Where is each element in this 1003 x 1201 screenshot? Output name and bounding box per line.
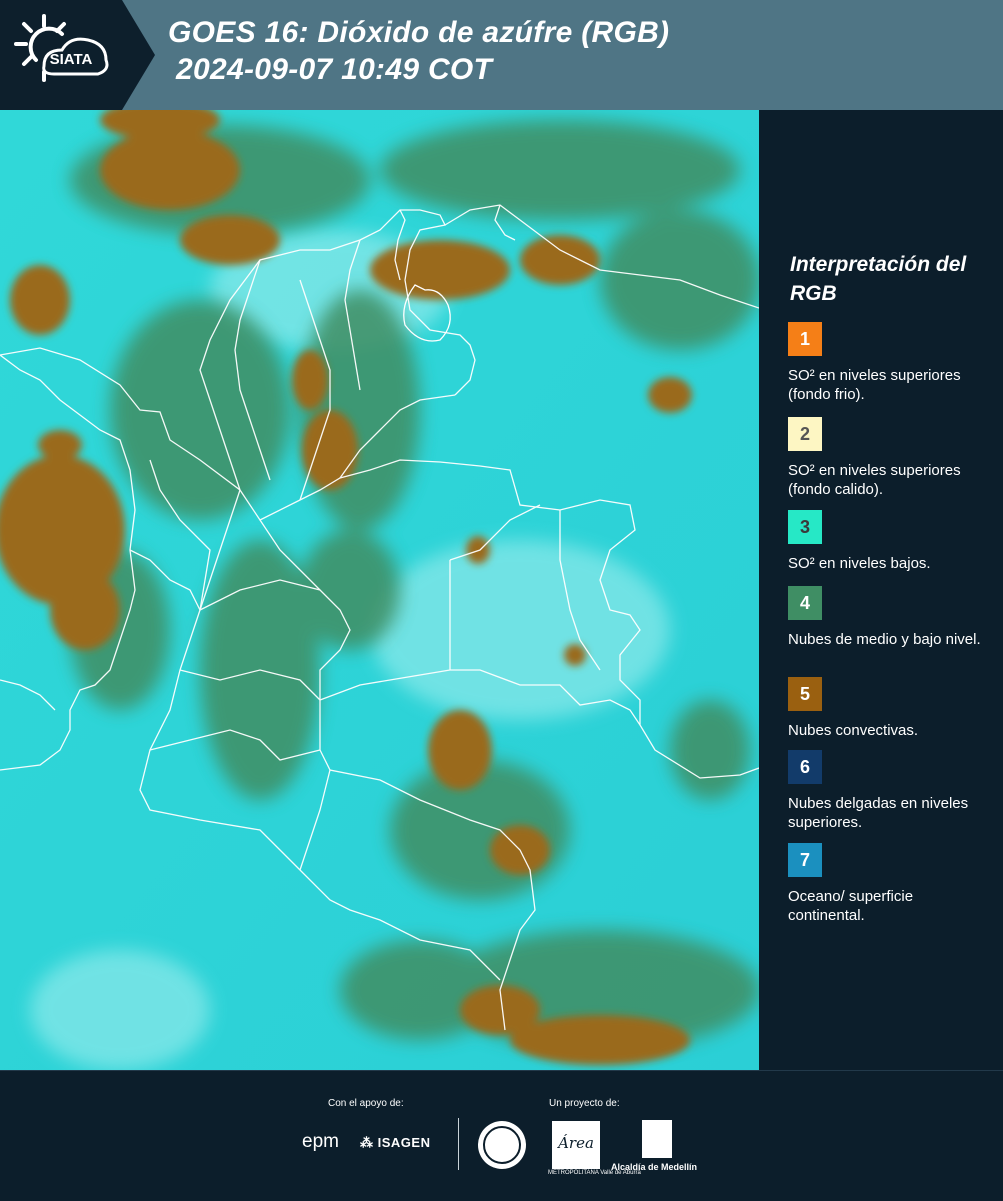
legend-swatch: 4: [788, 586, 822, 620]
legend-label: Nubes de medio y bajo nivel.: [788, 631, 981, 648]
legend-label: Oceano/ superficie continental.: [788, 888, 914, 924]
legend-item-2: 2 SO² en niveles superiores (fondo calid…: [788, 417, 993, 499]
legend-swatch: 3: [788, 510, 822, 544]
legend-swatch: 5: [788, 677, 822, 711]
legend-swatch: 7: [788, 843, 822, 877]
brand-text: SIATA: [50, 51, 93, 68]
alcaldia-caption: Alcaldía de Medellín: [611, 1162, 698, 1172]
alcaldia-crest-icon[interactable]: [642, 1120, 672, 1158]
legend-label: SO² en niveles bajos.: [788, 555, 931, 572]
legend-label: Nubes delgadas en niveles superiores.: [788, 795, 969, 831]
sun-cloud-icon: SIATA: [14, 14, 109, 82]
legend-label: Nubes convectivas.: [788, 722, 919, 739]
legend-swatch: 2: [788, 417, 822, 451]
footer: Con el apoyo de: Un proyecto de: epm ⁂ I…: [0, 1070, 1003, 1201]
support-label: Con el apoyo de:: [328, 1098, 404, 1109]
legend-item-1: 1 SO² en niveles superiores (fondo frio)…: [788, 322, 993, 404]
isagen-text: ISAGEN: [377, 1135, 431, 1150]
legend-item-7: 7 Oceano/ superficie continental.: [788, 843, 993, 925]
legend-item-3: 3 SO² en niveles bajos.: [788, 510, 993, 573]
area-metropolitana-logo[interactable]: Área: [552, 1121, 600, 1169]
header-bar: SIATA GOES 16: Dióxido de azúfre (RGB) 2…: [0, 0, 1003, 110]
title-line-1: GOES 16: Dióxido de azúfre (RGB): [168, 16, 670, 49]
legend-label: SO² en niveles superiores (fondo frio).: [788, 367, 961, 403]
legend-panel: Interpretación del RGB 1 SO² en niveles …: [762, 110, 1003, 1070]
page-title: GOES 16: Dióxido de azúfre (RGB) 2024-09…: [168, 14, 669, 88]
legend-item-4: 4 Nubes de medio y bajo nivel.: [788, 586, 993, 649]
medellin-seal-logo[interactable]: [478, 1121, 526, 1169]
seal-ring: [483, 1126, 521, 1164]
legend-label: SO² en niveles superiores (fondo calido)…: [788, 462, 961, 498]
isagen-logo[interactable]: ⁂ ISAGEN: [360, 1135, 430, 1151]
legend-item-5: 5 Nubes convectivas.: [788, 677, 993, 740]
siata-logo[interactable]: SIATA: [0, 0, 155, 110]
legend-swatch: 1: [788, 322, 822, 356]
isagen-icon: ⁂: [360, 1135, 374, 1150]
satellite-map[interactable]: [0, 110, 759, 1070]
legend-item-6: 6 Nubes delgadas en niveles superiores.: [788, 750, 993, 832]
legend-title: Interpretación del RGB: [790, 253, 967, 305]
project-label: Un proyecto de:: [549, 1098, 620, 1109]
legend-swatch: 6: [788, 750, 822, 784]
rgb-composite-image: [0, 110, 759, 1070]
footer-divider: [458, 1118, 459, 1170]
epm-logo[interactable]: epm: [302, 1131, 339, 1153]
title-line-2: 2024-09-07 10:49 COT: [176, 53, 493, 86]
